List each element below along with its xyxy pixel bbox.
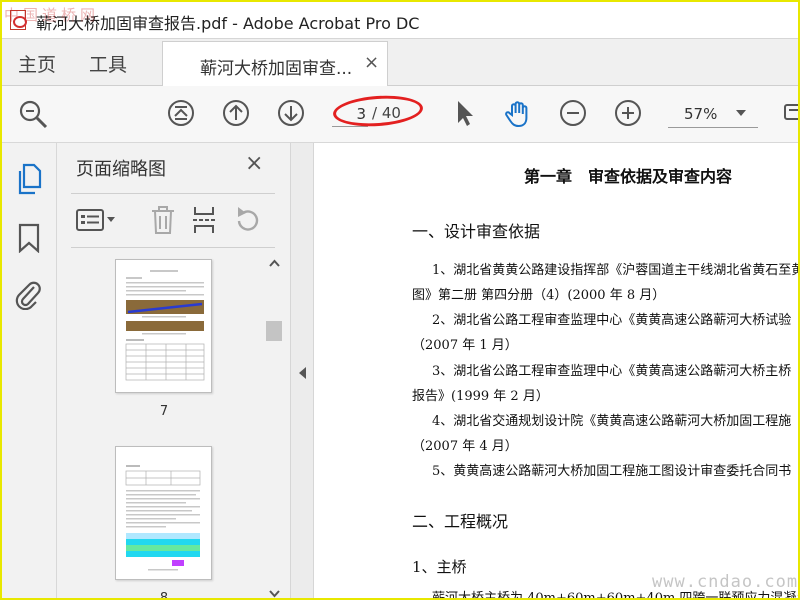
paragraph-line: 2、湖北省公路工程审查监理中心《黄黄高速公路蕲河大桥试验 (432, 313, 792, 328)
thumbnails-title: 页面缩略图 (76, 159, 166, 180)
thumbnails-scrollbar[interactable] (265, 256, 283, 598)
panel-collapse-handle[interactable] (290, 143, 314, 598)
page-thumbnails-icon[interactable] (15, 163, 43, 195)
section-title: 一、设计审查依据 (412, 222, 541, 241)
bookmarks-icon[interactable] (18, 223, 40, 253)
thumbnail-page-number: 8 (159, 591, 169, 600)
prev-page-icon[interactable] (222, 99, 250, 127)
zoom-in-icon[interactable] (614, 99, 642, 127)
document-page: 第一章 审查依据及审查内容 一、设计审查依据 1、湖北省黄黄公路建设指挥部《沪蓉… (314, 143, 800, 598)
first-page-icon[interactable] (167, 99, 195, 127)
attachments-icon[interactable] (14, 278, 42, 310)
document-tab-label: 蕲河大桥加固审查... (200, 59, 353, 79)
subsection-title: 1、主桥 (412, 558, 467, 576)
delete-icon[interactable] (149, 205, 177, 235)
search-zoom-icon[interactable] (18, 99, 48, 129)
chevron-down-icon[interactable] (269, 590, 280, 598)
thumbnail-page[interactable] (115, 446, 212, 580)
left-navigation-rail (2, 143, 57, 598)
chapter-title: 第一章 审查依据及审查内容 (524, 167, 733, 186)
paragraph-line: 5、黄黄高速公路蕲河大桥加固工程施工图设计审查委托合同书 (432, 464, 792, 479)
divider (71, 193, 275, 194)
menu-bar: 主页 工具 蕲河大桥加固审查... × (2, 39, 798, 86)
watermark-top-left: 中国道桥网 (4, 6, 100, 24)
zoom-out-icon[interactable] (559, 99, 587, 127)
paragraph-line: （2007 年 1 月） (412, 338, 518, 353)
chevron-left-icon (299, 367, 306, 379)
rotate-icon[interactable] (233, 205, 261, 235)
paragraph-line: 1、湖北省黄黄公路建设指挥部《沪蓉国道主干线湖北省黄石至黄 (432, 263, 800, 278)
insert-page-icon[interactable] (191, 205, 219, 235)
chevron-down-icon (736, 110, 746, 116)
document-tab[interactable]: 蕲河大桥加固审查... × (162, 41, 388, 86)
thumbnails-panel: 页面缩略图 × 7 8 (57, 143, 290, 600)
acrobat-window: 蕲河大桥加固审查报告.pdf - Adobe Acrobat Pro DC 中国… (0, 0, 800, 600)
next-page-icon[interactable] (277, 99, 305, 127)
comment-icon[interactable] (782, 99, 798, 127)
menu-tools[interactable]: 工具 (89, 50, 127, 77)
menu-home[interactable]: 主页 (18, 50, 56, 77)
thumbnails-scroll-thumb[interactable] (266, 321, 282, 341)
zoom-dropdown[interactable]: 57% (668, 100, 758, 128)
thumbnail-page-number: 7 (159, 404, 169, 419)
paragraph-line: 图》第二册 第四分册（4）(2000 年 8 月） (412, 288, 666, 303)
thumbnails-close-button[interactable]: × (245, 151, 263, 176)
chevron-up-icon[interactable] (269, 259, 280, 267)
title-bar: 蕲河大桥加固审查报告.pdf - Adobe Acrobat Pro DC 中国… (2, 2, 798, 39)
paragraph-line: 4、湖北省交通规划设计院《黄黄高速公路蕲河大桥加固工程施 (432, 414, 792, 429)
paragraph-line: （2007 年 4 月） (412, 439, 518, 454)
section-title: 二、工程概况 (412, 512, 509, 531)
hand-tool-icon[interactable] (503, 99, 531, 128)
select-arrow-icon[interactable] (452, 99, 480, 127)
zoom-value: 57% (684, 105, 718, 123)
paragraph-line: 3、湖北省公路工程审查监理中心《黄黄高速公路蕲河大桥主桥 (432, 364, 792, 379)
watermark-bottom-right: www.cndao.com (652, 572, 799, 592)
thumbnail-page[interactable] (115, 259, 212, 393)
thumbnail-options-button[interactable] (75, 207, 119, 233)
paragraph-line: 报告》(1999 年 2 月） (412, 389, 549, 404)
divider (71, 247, 275, 248)
document-tab-close-button[interactable]: × (364, 52, 379, 73)
